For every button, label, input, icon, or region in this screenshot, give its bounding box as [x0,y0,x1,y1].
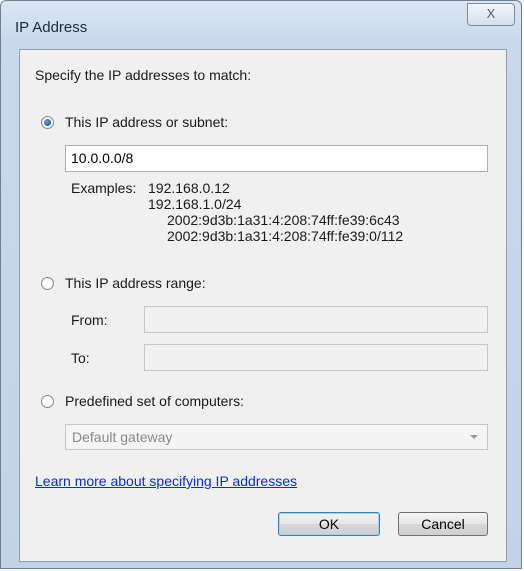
close-icon: X [486,6,496,21]
example-item: 192.168.1.0/24 [148,196,242,212]
radio-predefined[interactable] [41,395,54,408]
dialog-body: Specify the IP addresses to match: This … [19,49,507,562]
ip-subnet-input[interactable]: 10.0.0.0/8 [65,145,488,172]
ok-button[interactable]: OK [278,512,380,536]
example-item: 2002:9d3b:1a31:4:208:74ff:fe39:6c43 [167,212,400,228]
radio-ip-range-label[interactable]: This IP address range: [65,275,206,291]
cancel-button[interactable]: Cancel [398,512,488,536]
chevron-down-icon [470,435,478,439]
radio-ip-range[interactable] [41,277,54,290]
range-from-input[interactable] [144,306,488,333]
close-button[interactable]: X [467,3,515,26]
examples-label: Examples: [71,180,137,196]
window-title: IP Address [15,19,88,36]
learn-more-link[interactable]: Learn more about specifying IP addresses [35,473,297,489]
instruction-text: Specify the IP addresses to match: [35,67,252,83]
predefined-computers-dropdown[interactable]: Default gateway [65,424,488,450]
ip-address-window: IP Address X Specify the IP addresses to… [0,0,522,569]
radio-predefined-label[interactable]: Predefined set of computers: [65,393,244,409]
radio-ip-subnet-label[interactable]: This IP address or subnet: [65,114,228,130]
to-label: To: [71,350,90,366]
example-item: 2002:9d3b:1a31:4:208:74ff:fe39:0/112 [167,228,404,244]
radio-ip-subnet[interactable] [41,116,54,129]
dropdown-value: Default gateway [72,429,173,445]
range-to-input[interactable] [144,344,488,371]
from-label: From: [71,312,108,328]
example-item: 192.168.0.12 [148,180,230,196]
